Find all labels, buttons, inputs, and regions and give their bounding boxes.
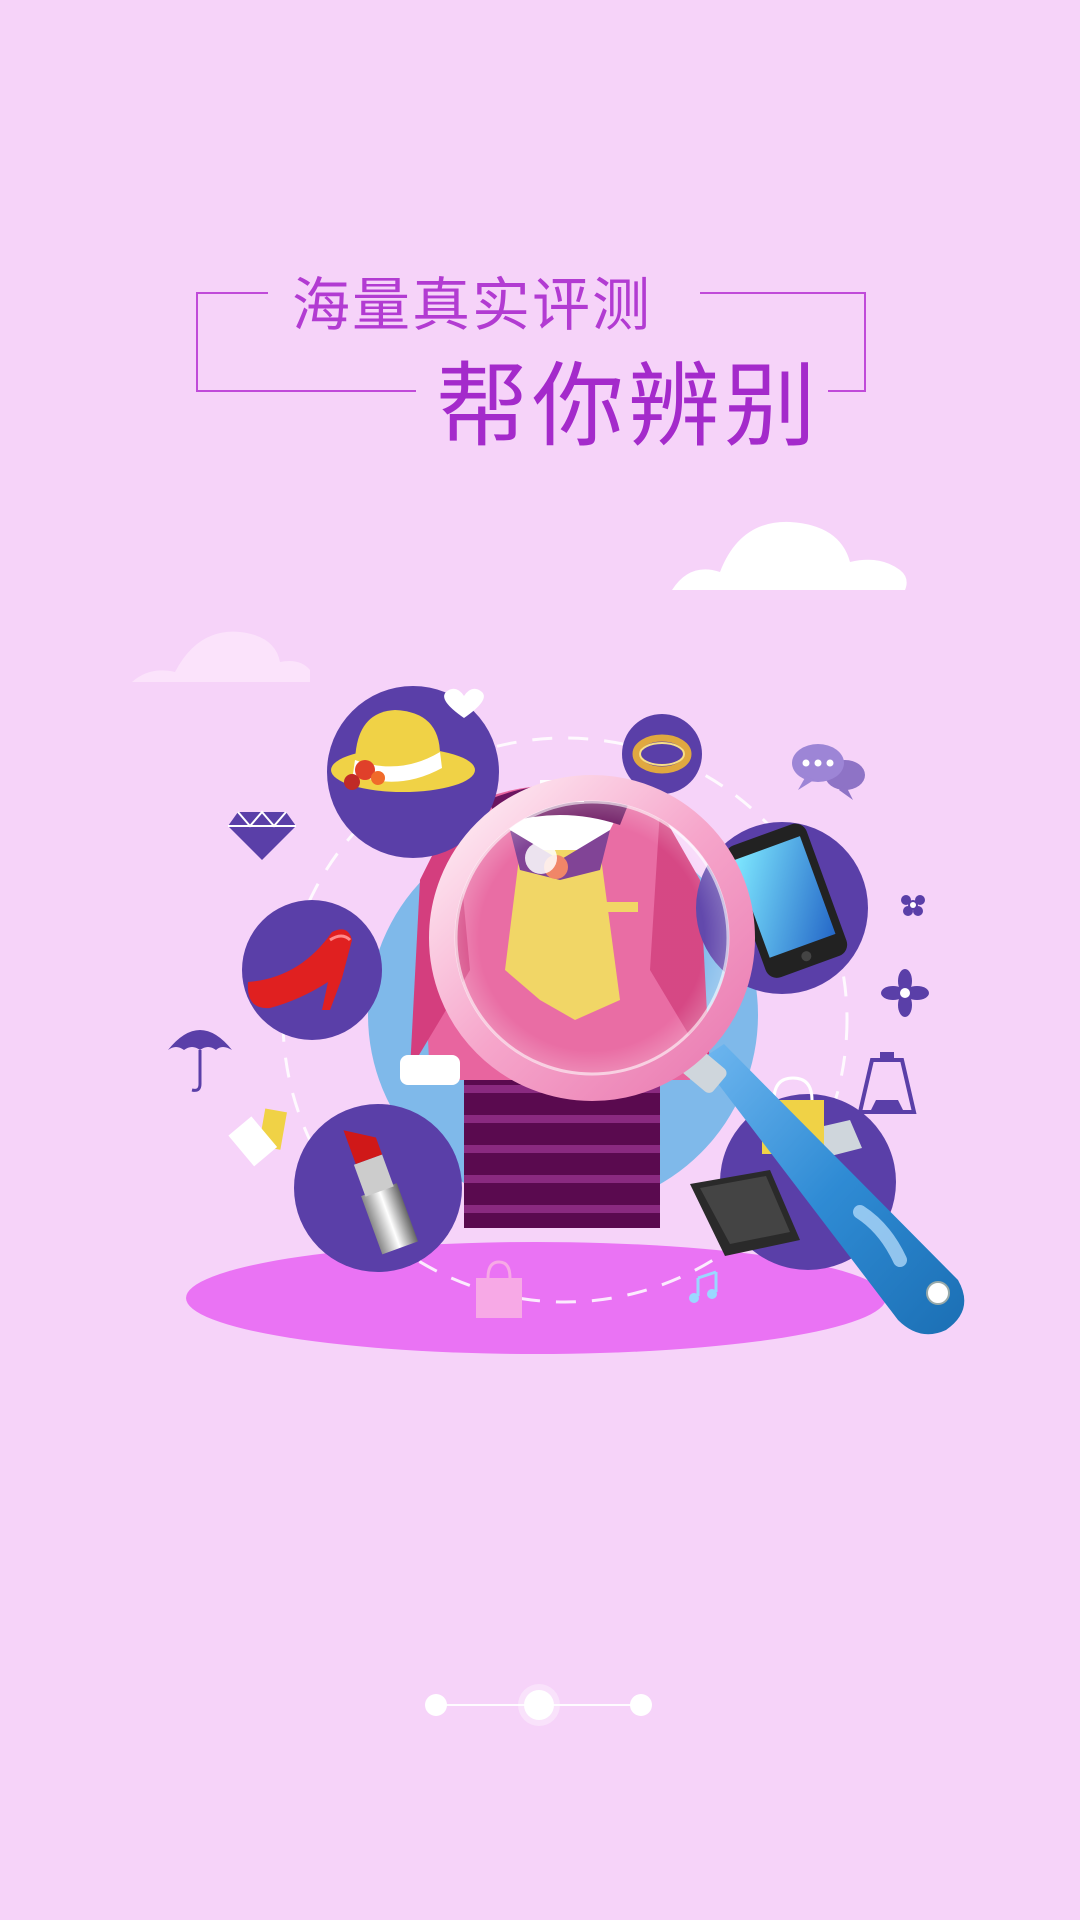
page-dot-1[interactable] — [425, 1694, 447, 1716]
umbrella-icon — [168, 1030, 232, 1092]
lipstick-icon — [294, 1104, 462, 1272]
title-bracket-right-bottom — [828, 390, 864, 392]
page-dot-2-active[interactable] — [524, 1690, 554, 1720]
price-tag-icon — [228, 1108, 287, 1167]
cloud-icon — [132, 521, 907, 682]
flower-icon — [881, 895, 929, 1017]
diamond-icon — [228, 810, 296, 860]
high-heel-icon — [242, 900, 382, 1040]
shopping-review-illustration — [132, 521, 965, 1354]
title-bracket-left — [196, 292, 268, 392]
perfume-icon — [857, 1052, 917, 1114]
title-bracket-left-bottom — [196, 390, 416, 392]
headline-line-2: 帮你辨别 — [436, 353, 821, 460]
page-dot-3[interactable] — [630, 1694, 652, 1716]
chat-bubble-icon — [792, 744, 865, 800]
page-indicator — [0, 1680, 1080, 1730]
headline-line-1: 海量真实评测 — [292, 271, 653, 339]
onboarding-page: 海量真实评测 帮你辨别 — [0, 0, 1080, 1920]
